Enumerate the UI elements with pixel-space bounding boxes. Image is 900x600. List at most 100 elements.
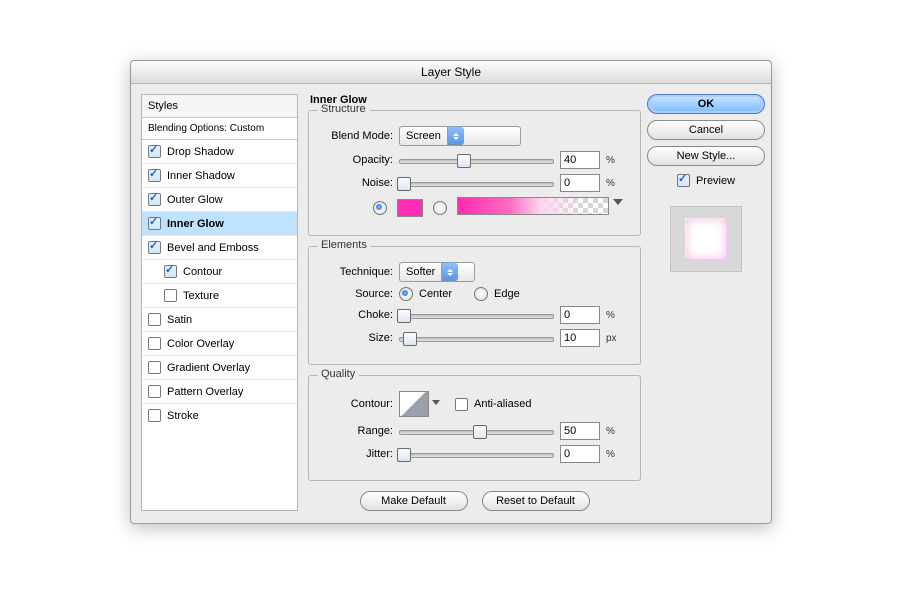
choke-input[interactable]: 0 <box>560 306 600 324</box>
range-unit: % <box>606 426 615 437</box>
source-edge-label: Edge <box>494 288 520 300</box>
style-checkbox[interactable] <box>148 145 161 158</box>
style-label: Pattern Overlay <box>167 386 243 398</box>
style-row-bevel-and-emboss[interactable]: Bevel and Emboss <box>142 236 297 260</box>
style-label: Stroke <box>167 410 199 422</box>
style-row-satin[interactable]: Satin <box>142 308 297 332</box>
blend-mode-label: Blend Mode: <box>321 130 393 142</box>
opacity-input[interactable]: 40 <box>560 151 600 169</box>
source-edge-radio[interactable] <box>474 287 488 301</box>
dropdown-arrow-icon <box>613 199 623 205</box>
size-unit: px <box>606 333 617 344</box>
style-row-color-overlay[interactable]: Color Overlay <box>142 332 297 356</box>
structure-group: Structure Blend Mode: Screen Opacity: 40… <box>308 110 641 236</box>
style-row-gradient-overlay[interactable]: Gradient Overlay <box>142 356 297 380</box>
style-row-stroke[interactable]: Stroke <box>142 404 297 427</box>
reset-to-default-button[interactable]: Reset to Default <box>482 491 590 511</box>
style-row-drop-shadow[interactable]: Drop Shadow <box>142 140 297 164</box>
noise-unit: % <box>606 178 615 189</box>
size-slider[interactable] <box>399 331 554 345</box>
style-label: Color Overlay <box>167 338 234 350</box>
source-center-label: Center <box>419 288 452 300</box>
contour-picker[interactable] <box>399 391 429 417</box>
contour-label: Contour: <box>321 398 393 410</box>
style-checkbox[interactable] <box>148 241 161 254</box>
new-style-button[interactable]: New Style... <box>647 146 765 166</box>
style-checkbox[interactable] <box>164 289 177 302</box>
quality-group: Quality Contour: Anti-aliased Range: 50 … <box>308 375 641 481</box>
technique-select[interactable]: Softer <box>399 262 475 282</box>
style-row-inner-glow[interactable]: Inner Glow <box>142 212 297 236</box>
select-arrows-icon <box>447 127 464 145</box>
effect-settings: Inner Glow Structure Blend Mode: Screen … <box>308 94 641 511</box>
style-label: Outer Glow <box>167 194 223 206</box>
style-label: Satin <box>167 314 192 326</box>
anti-aliased-checkbox[interactable] <box>455 398 468 411</box>
choke-unit: % <box>606 310 615 321</box>
styles-header[interactable]: Styles <box>142 95 297 118</box>
cancel-button[interactable]: Cancel <box>647 120 765 140</box>
style-label: Inner Shadow <box>167 170 235 182</box>
style-checkbox[interactable] <box>148 313 161 326</box>
elements-legend: Elements <box>317 239 371 251</box>
choke-label: Choke: <box>321 309 393 321</box>
style-label: Drop Shadow <box>167 146 234 158</box>
make-default-button[interactable]: Make Default <box>360 491 468 511</box>
dropdown-arrow-icon <box>432 400 440 405</box>
style-checkbox[interactable] <box>148 409 161 422</box>
jitter-label: Jitter: <box>321 448 393 460</box>
range-label: Range: <box>321 425 393 437</box>
glow-gradient-radio[interactable] <box>433 201 447 215</box>
styles-panel: Styles Blending Options: Custom Drop Sha… <box>141 94 298 511</box>
preview-thumbnail <box>670 206 742 272</box>
style-label: Gradient Overlay <box>167 362 250 374</box>
range-slider[interactable] <box>399 424 554 438</box>
style-row-texture[interactable]: Texture <box>142 284 297 308</box>
dialog-actions: OK Cancel New Style... Preview <box>651 94 761 511</box>
size-input[interactable]: 10 <box>560 329 600 347</box>
style-checkbox[interactable] <box>148 193 161 206</box>
style-label: Texture <box>183 290 219 302</box>
noise-label: Noise: <box>321 177 393 189</box>
noise-input[interactable]: 0 <box>560 174 600 192</box>
blend-mode-select[interactable]: Screen <box>399 126 521 146</box>
style-checkbox[interactable] <box>148 337 161 350</box>
glow-gradient-picker[interactable] <box>457 197 609 218</box>
style-row-contour[interactable]: Contour <box>142 260 297 284</box>
jitter-input[interactable]: 0 <box>560 445 600 463</box>
range-input[interactable]: 50 <box>560 422 600 440</box>
title-bar: Layer Style <box>131 61 771 84</box>
blending-options-row[interactable]: Blending Options: Custom <box>142 118 297 140</box>
preview-label: Preview <box>696 175 735 187</box>
jitter-slider[interactable] <box>399 447 554 461</box>
style-checkbox[interactable] <box>148 169 161 182</box>
quality-legend: Quality <box>317 368 359 380</box>
style-row-pattern-overlay[interactable]: Pattern Overlay <box>142 380 297 404</box>
opacity-slider[interactable] <box>399 153 554 167</box>
structure-legend: Structure <box>317 103 370 115</box>
style-row-outer-glow[interactable]: Outer Glow <box>142 188 297 212</box>
opacity-label: Opacity: <box>321 154 393 166</box>
style-checkbox[interactable] <box>148 361 161 374</box>
style-checkbox[interactable] <box>148 217 161 230</box>
style-checkbox[interactable] <box>164 265 177 278</box>
glow-color-swatch[interactable] <box>397 199 423 217</box>
source-label: Source: <box>321 288 393 300</box>
style-label: Bevel and Emboss <box>167 242 259 254</box>
style-checkbox[interactable] <box>148 385 161 398</box>
layer-style-dialog: Layer Style Styles Blending Options: Cus… <box>130 60 772 524</box>
glow-color-radio[interactable] <box>373 201 387 215</box>
technique-label: Technique: <box>321 266 393 278</box>
select-arrows-icon <box>441 263 458 281</box>
style-row-inner-shadow[interactable]: Inner Shadow <box>142 164 297 188</box>
opacity-unit: % <box>606 155 615 166</box>
noise-slider[interactable] <box>399 176 554 190</box>
preview-checkbox[interactable] <box>677 174 690 187</box>
source-center-radio[interactable] <box>399 287 413 301</box>
style-label: Inner Glow <box>167 218 224 230</box>
choke-slider[interactable] <box>399 308 554 322</box>
anti-aliased-label: Anti-aliased <box>474 398 531 410</box>
ok-button[interactable]: OK <box>647 94 765 114</box>
jitter-unit: % <box>606 449 615 460</box>
window-title: Layer Style <box>421 65 481 79</box>
